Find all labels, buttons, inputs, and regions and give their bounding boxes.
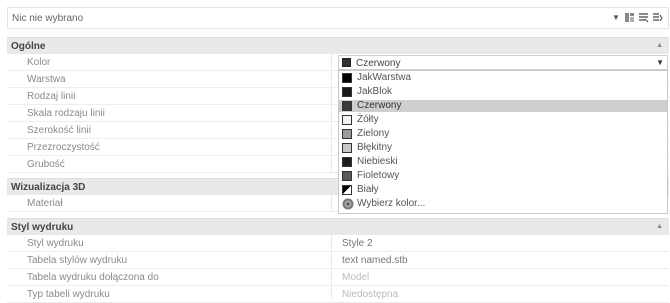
section-print-title: Styl wydruku <box>11 222 74 233</box>
section-general-title: Ogólne <box>11 41 46 52</box>
row-label: Tabela wydruku dołączona do <box>27 272 159 283</box>
toggle-pickadd-icon[interactable] <box>624 12 635 23</box>
color-option-yellow[interactable]: Żółty <box>339 114 667 126</box>
collapse-icon[interactable]: ▲ <box>656 223 663 230</box>
color-select-value: Czerwony <box>356 58 401 69</box>
color-swatch <box>342 87 352 97</box>
color-select[interactable]: Czerwony ▼ <box>338 55 668 70</box>
column-divider <box>331 235 332 298</box>
color-option-cyan[interactable]: Błękitny <box>339 142 667 154</box>
color-option-green[interactable]: Zielony <box>339 128 667 140</box>
selection-dropdown[interactable]: Nic nie wybrano ▼ <box>7 7 669 29</box>
color-option-bylayer[interactable]: JakWarstwa <box>339 72 667 84</box>
row-value: Model <box>342 272 370 283</box>
color-wheel-icon <box>342 198 354 210</box>
column-divider <box>331 195 332 212</box>
row-label: Tabela stylów wydruku <box>27 255 128 266</box>
color-option-byblock[interactable]: JakBlok <box>339 86 667 98</box>
column-divider <box>331 54 332 173</box>
color-option-label: Fioletowy <box>357 170 400 181</box>
collapse-icon[interactable]: ▲ <box>656 42 663 49</box>
color-option-select-color[interactable]: Wybierz kolor... <box>339 198 667 210</box>
color-option-label: Biały <box>357 184 379 195</box>
color-swatch <box>342 157 352 167</box>
quick-select-icon[interactable] <box>652 12 663 23</box>
row-label: Warstwa <box>27 74 66 85</box>
color-option-label: Czerwony <box>357 100 402 111</box>
chevron-down-icon[interactable]: ▼ <box>612 13 620 22</box>
color-option-label: Niebieski <box>357 156 398 167</box>
color-option-blue[interactable]: Niebieski <box>339 156 667 168</box>
row-label: Skala rodzaju linii <box>27 108 105 119</box>
color-option-label: Wybierz kolor... <box>357 198 426 209</box>
row-plot-table-type[interactable]: Typ tabeli wydruku Niedostępna <box>7 286 669 303</box>
color-swatch <box>342 185 352 195</box>
row-label: Grubość <box>27 159 65 170</box>
section-3d-title: Wizualizacja 3D <box>11 182 86 193</box>
row-label: Typ tabeli wydruku <box>27 289 110 300</box>
select-objects-icon[interactable] <box>638 12 649 23</box>
color-swatch <box>342 143 352 153</box>
color-option-magenta[interactable]: Fioletowy <box>339 170 667 182</box>
section-print-style[interactable]: Styl wydruku ▲ <box>7 218 669 235</box>
row-value: text named.stb <box>342 255 408 266</box>
selection-label: Nic nie wybrano <box>12 13 84 24</box>
color-option-label: Błękitny <box>357 142 393 153</box>
row-value: Style 2 <box>342 238 373 249</box>
color-swatch <box>342 171 352 181</box>
color-dropdown-list: JakWarstwa JakBlok Czerwony Żółty Zielon… <box>338 70 668 214</box>
row-plot-style[interactable]: Styl wydruku Style 2 <box>7 235 669 252</box>
color-swatch <box>342 129 352 139</box>
row-label: Przezroczystość <box>27 142 100 153</box>
row-label: Rodzaj linii <box>27 91 76 102</box>
row-label: Szerokość linii <box>27 125 91 136</box>
row-plot-style-table[interactable]: Tabela stylów wydruku text named.stb <box>7 252 669 269</box>
color-option-label: JakBlok <box>357 86 393 97</box>
color-swatch <box>342 73 352 83</box>
row-value: Niedostępna <box>342 289 399 300</box>
section-general[interactable]: Ogólne ▲ <box>7 37 669 54</box>
row-plot-table-attached[interactable]: Tabela wydruku dołączona do Model <box>7 269 669 286</box>
color-swatch <box>342 58 351 67</box>
color-option-white[interactable]: Biały <box>339 184 667 196</box>
color-option-label: JakWarstwa <box>357 72 412 83</box>
row-label: Styl wydruku <box>27 238 84 249</box>
color-swatch <box>342 115 352 125</box>
color-option-label: Zielony <box>357 128 390 139</box>
color-option-label: Żółty <box>357 114 379 125</box>
color-swatch <box>342 101 352 111</box>
row-label: Kolor <box>27 57 51 68</box>
color-option-red[interactable]: Czerwony <box>339 100 667 112</box>
chevron-down-icon[interactable]: ▼ <box>656 58 664 67</box>
row-label: Materiał <box>27 198 63 209</box>
